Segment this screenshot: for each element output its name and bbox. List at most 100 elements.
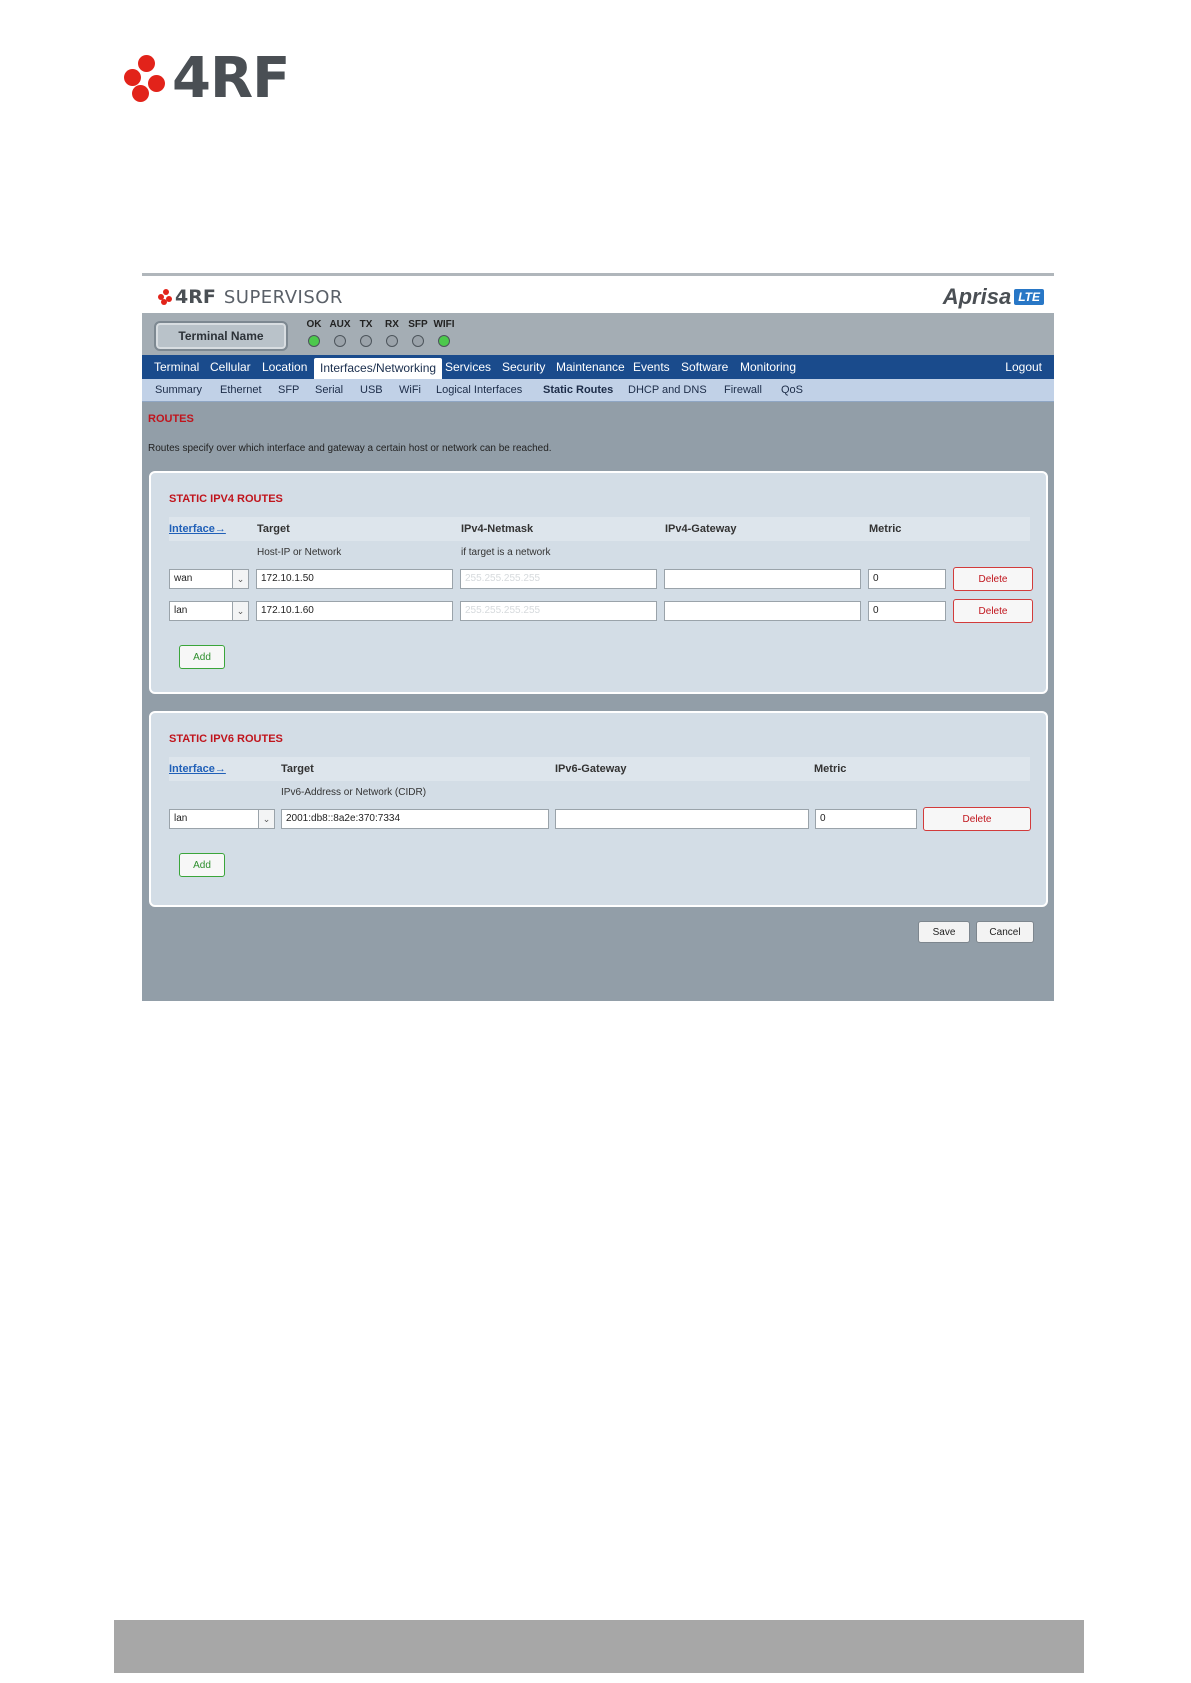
select-value: lan [174, 813, 188, 824]
nav-tab-events[interactable]: Events [627, 355, 676, 379]
logo-text: 4RF [172, 46, 290, 111]
led-indicator-icon [412, 335, 424, 347]
product-name: SUPERVISOR [223, 286, 343, 308]
ipv4-row2-delete-button[interactable]: Delete [953, 599, 1033, 623]
brand-name: 4RF [175, 286, 216, 308]
chevron-down-icon: ⌄ [232, 602, 248, 620]
led-label: OK [306, 319, 322, 330]
chevron-down-icon: ⌄ [258, 810, 274, 828]
logout-link[interactable]: Logout [999, 355, 1048, 379]
ipv6-title: STATIC IPV6 ROUTES [169, 733, 283, 745]
led-label: RX [385, 319, 399, 330]
subnav-tab-firewall[interactable]: Firewall [724, 379, 762, 401]
select-value: wan [174, 573, 193, 584]
subnav-tab-wifi[interactable]: WiFi [399, 379, 421, 401]
ipv6-gateway-header: IPv6-Gateway [555, 763, 627, 775]
ipv6-metric-header: Metric [814, 763, 847, 775]
led-indicator-icon [438, 335, 450, 347]
page-logo: 4RF [124, 46, 290, 111]
led-ok: OK [304, 319, 324, 347]
led-wifi: WIFI [433, 319, 455, 347]
led-label: AUX [329, 319, 351, 330]
ipv4-netmask-hint: if target is a network [461, 547, 551, 558]
led-label: WIFI [433, 319, 455, 330]
nav-tab-monitoring[interactable]: Monitoring [734, 355, 802, 379]
ipv6-add-button[interactable]: Add [179, 853, 225, 877]
subnav-tab-ethernet[interactable]: Ethernet [220, 379, 262, 401]
page-footer-bar [114, 1620, 1084, 1673]
ipv6-target-header: Target [281, 763, 314, 775]
subnav-tab-summary[interactable]: Summary [155, 379, 202, 401]
logo-petals-icon [124, 55, 168, 103]
nav-tab-interfaces-networking[interactable]: Interfaces/Networking [314, 358, 443, 379]
ipv4-add-button[interactable]: Add [179, 645, 225, 669]
ipv4-row1-gateway-input[interactable] [664, 569, 861, 589]
nav-tab-terminal[interactable]: Terminal [148, 355, 205, 379]
led-indicator-icon [386, 335, 398, 347]
led-indicator-icon [360, 335, 372, 347]
ipv4-target-header: Target [257, 523, 290, 535]
routes-title: ROUTES [148, 413, 194, 425]
ipv4-row2-metric-input[interactable]: 0 [868, 601, 946, 621]
ipv6-target-hint: IPv6-Address or Network (CIDR) [281, 787, 427, 798]
routes-description: Routes specify over which interface and … [148, 443, 552, 454]
nav-tab-cellular[interactable]: Cellular [204, 355, 257, 379]
ipv4-row2-target-input[interactable]: 172.10.1.60 [256, 601, 453, 621]
led-label: SFP [408, 319, 428, 330]
main-nav: Logout Terminal Cellular Location Interface… [142, 355, 1054, 379]
subnav-tab-usb[interactable]: USB [360, 379, 383, 401]
ipv6-row1-gateway-input[interactable] [555, 809, 809, 829]
nav-tab-location[interactable]: Location [256, 355, 313, 379]
supervisor-logo: 4RF SUPERVISOR [158, 286, 343, 308]
ipv4-target-hint: Host-IP or Network [257, 547, 342, 558]
ipv6-routes-panel: STATIC IPV6 ROUTES Interface→ Target IPv… [149, 711, 1048, 907]
sub-nav: Summary Ethernet SFP Serial USB WiFi Logical I… [142, 379, 1054, 402]
save-button[interactable]: Save [918, 921, 970, 943]
brand-petals-icon [158, 289, 173, 305]
select-value: lan [174, 605, 188, 616]
led-aux: AUX [329, 319, 351, 347]
ipv4-row2-gateway-input[interactable] [664, 601, 861, 621]
ipv4-row1-metric-input[interactable]: 0 [868, 569, 946, 589]
nav-tab-maintenance[interactable]: Maintenance [550, 355, 631, 379]
subnav-tab-dhcp-and-dns[interactable]: DHCP and DNS [628, 379, 707, 401]
subnav-tab-static-routes[interactable]: Static Routes [543, 379, 613, 401]
ipv4-title: STATIC IPV4 ROUTES [169, 493, 283, 505]
ipv4-row1-target-input[interactable]: 172.10.1.50 [256, 569, 453, 589]
subnav-tab-serial[interactable]: Serial [315, 379, 343, 401]
ipv4-row1-netmask-input[interactable]: 255.255.255.255 [460, 569, 657, 589]
subnav-tab-sfp[interactable]: SFP [278, 379, 299, 401]
cancel-button[interactable]: Cancel [976, 921, 1034, 943]
ipv4-header-row: Interface→ Target IPv4-Netmask IPv4-Gate… [169, 517, 1030, 541]
led-indicator-icon [334, 335, 346, 347]
nav-tab-security[interactable]: Security [496, 355, 551, 379]
ipv6-row1-interface-select[interactable]: lan ⌄ [169, 809, 275, 829]
ipv4-row1-interface-select[interactable]: wan ⌄ [169, 569, 249, 589]
led-tx: TX [356, 319, 376, 347]
ipv4-gateway-header: IPv4-Gateway [665, 523, 737, 535]
ipv4-row2-interface-select[interactable]: lan ⌄ [169, 601, 249, 621]
led-sfp: SFP [408, 319, 428, 347]
subnav-tab-logical-interfaces[interactable]: Logical Interfaces [436, 379, 522, 401]
ipv6-row1-target-input[interactable]: 2001:db8::8a2e:370:7334 [281, 809, 549, 829]
app-header: 4RF SUPERVISOR Aprisa LTE [142, 276, 1054, 313]
ipv4-row2-netmask-input[interactable]: 255.255.255.255 [460, 601, 657, 621]
ipv6-header-row: Interface→ Target IPv6-Gateway Metric [169, 757, 1030, 781]
led-panel: OK AUX TX RX SFP WIFI [304, 319, 455, 347]
ipv4-row1-delete-button[interactable]: Delete [953, 567, 1033, 591]
led-rx: RX [382, 319, 402, 347]
terminal-name-button[interactable]: Terminal Name [154, 321, 288, 351]
ipv4-interface-header[interactable]: Interface→ [169, 523, 226, 535]
ipv4-netmask-header: IPv4-Netmask [461, 523, 534, 535]
subnav-tab-qos[interactable]: QoS [781, 379, 803, 401]
ipv6-row1-delete-button[interactable]: Delete [923, 807, 1031, 831]
nav-tab-software[interactable]: Software [675, 355, 734, 379]
lte-badge: LTE [1014, 289, 1044, 305]
ipv6-interface-header[interactable]: Interface→ [169, 763, 226, 775]
ipv4-routes-panel: STATIC IPV4 ROUTES Interface→ Target IPv… [149, 471, 1048, 694]
status-bar: Terminal Name OK AUX TX RX SFP WIFI [142, 313, 1054, 355]
ipv6-row1-metric-input[interactable]: 0 [815, 809, 917, 829]
led-indicator-icon [308, 335, 320, 347]
nav-tab-services[interactable]: Services [439, 355, 497, 379]
led-label: TX [359, 319, 373, 330]
